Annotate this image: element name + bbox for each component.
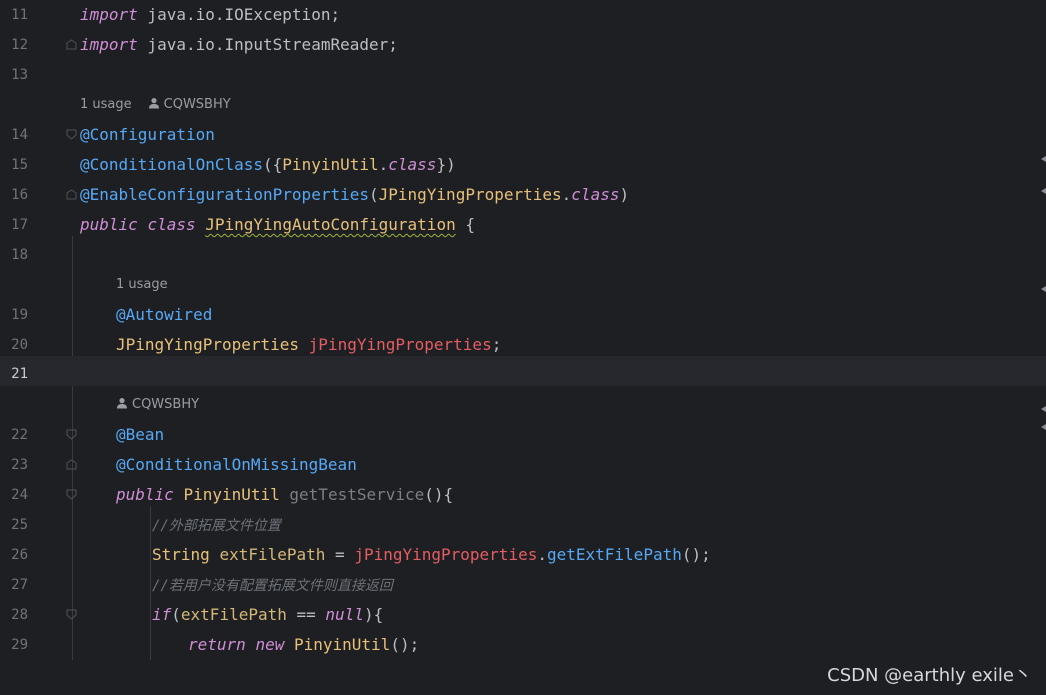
- inlay-hint[interactable]: 1 usage: [116, 277, 168, 293]
- code-text: @Autowired: [116, 305, 213, 324]
- code-line-28[interactable]: 28 if(extFilePath == null){: [0, 600, 1046, 630]
- gutter-mark-icon: [1041, 286, 1046, 292]
- inlay-hint-row: CQWSBHY: [0, 390, 1046, 420]
- inlay-hint[interactable]: 1 usage CQWSBHY: [80, 97, 231, 113]
- code-line-23[interactable]: 23 @ConditionalOnMissingBean: [0, 450, 1046, 480]
- code-line-14[interactable]: 14 @Configuration: [0, 120, 1046, 150]
- watermark-text: CSDN @earthly exile丶: [827, 665, 1032, 686]
- code-text: if(extFilePath == null){: [152, 605, 384, 624]
- line-number: 28: [11, 607, 28, 623]
- code-text: @ConditionalOnMissingBean: [116, 455, 357, 474]
- code-line-26[interactable]: 26 String extFilePath = jPingYingPropert…: [0, 540, 1046, 570]
- gutter-mark-icon: [1041, 406, 1046, 412]
- inlay-hint-row: 1 usage: [0, 270, 1046, 300]
- code-line-21-current[interactable]: 21: [0, 356, 1046, 386]
- line-number: 23: [11, 457, 28, 473]
- code-line-19[interactable]: 19 @Autowired: [0, 300, 1046, 330]
- line-number: 19: [11, 307, 28, 323]
- fold-icon[interactable]: [66, 489, 77, 500]
- line-number: 26: [11, 547, 28, 563]
- gutter-mark-icon: [1041, 188, 1046, 194]
- code-line-22[interactable]: 22 @Bean: [0, 420, 1046, 450]
- line-number: 14: [11, 127, 28, 143]
- code-text: String extFilePath = jPingYingProperties…: [152, 545, 711, 564]
- line-number: 17: [11, 217, 28, 233]
- code-editor[interactable]: 11 import java.io.IOException; 12 import…: [0, 0, 1046, 695]
- code-text: @Bean: [116, 425, 165, 444]
- fold-end-icon[interactable]: [66, 39, 77, 50]
- line-number: 21: [11, 366, 28, 382]
- code-text: public class JPingYingAutoConfiguration …: [80, 215, 475, 234]
- line-number: 13: [11, 67, 28, 83]
- code-line-18[interactable]: 18: [0, 240, 1046, 270]
- line-number: 15: [11, 157, 28, 173]
- code-text: @ConditionalOnClass({PinyinUtil.class}): [80, 155, 456, 174]
- fold-icon[interactable]: [66, 129, 77, 140]
- gutter-mark-icon: [1041, 156, 1046, 162]
- fold-end-icon[interactable]: [66, 189, 77, 200]
- code-line-25[interactable]: 25 //外部拓展文件位置: [0, 510, 1046, 540]
- code-text: JPingYingProperties jPingYingProperties;: [116, 335, 502, 354]
- code-line-24[interactable]: 24 public PinyinUtil getTestService(){: [0, 480, 1046, 510]
- code-line-11[interactable]: 11 import java.io.IOException;: [0, 0, 1046, 30]
- line-number: 20: [11, 337, 28, 353]
- line-number: 25: [11, 517, 28, 533]
- gutter-mark-icon: [1041, 424, 1046, 430]
- line-number: 24: [11, 487, 28, 503]
- code-line-29[interactable]: 29 return new PinyinUtil();: [0, 630, 1046, 660]
- fold-icon[interactable]: [66, 609, 77, 620]
- code-text: import java.io.IOException;: [80, 5, 341, 24]
- code-text: return new PinyinUtil();: [188, 635, 420, 654]
- code-line-27[interactable]: 27 //若用户没有配置拓展文件则直接返回: [0, 570, 1046, 600]
- line-number: 16: [11, 187, 28, 203]
- code-line-17[interactable]: 17 public class JPingYingAutoConfigurati…: [0, 210, 1046, 240]
- line-number: 22: [11, 427, 28, 443]
- fold-icon[interactable]: [66, 429, 77, 440]
- user-icon: [148, 98, 159, 109]
- code-text: @EnableConfigurationProperties(JPingYing…: [80, 185, 630, 204]
- class-name-warning: JPingYingAutoConfiguration: [205, 215, 456, 234]
- code-line-15[interactable]: 15 @ConditionalOnClass({PinyinUtil.class…: [0, 150, 1046, 180]
- user-icon: [117, 398, 127, 409]
- code-line-12[interactable]: 12 import java.io.InputStreamReader;: [0, 30, 1046, 60]
- line-number: 29: [11, 637, 28, 653]
- inlay-hint-row: 1 usage CQWSBHY: [0, 90, 1046, 120]
- line-number: 12: [11, 37, 28, 53]
- code-text: import java.io.InputStreamReader;: [80, 35, 398, 54]
- line-number: 27: [11, 577, 28, 593]
- code-line-13[interactable]: 13: [0, 60, 1046, 90]
- line-number: 18: [11, 247, 28, 263]
- line-number: 11: [11, 7, 28, 23]
- code-text: //若用户没有配置拓展文件则直接返回: [152, 578, 393, 594]
- code-text: //外部拓展文件位置: [152, 518, 281, 534]
- code-line-16[interactable]: 16 @EnableConfigurationProperties(JPingY…: [0, 180, 1046, 210]
- code-text: public PinyinUtil getTestService(){: [116, 485, 454, 504]
- inlay-hint[interactable]: CQWSBHY: [116, 397, 199, 413]
- fold-end-icon[interactable]: [66, 459, 77, 470]
- code-text: @Configuration: [80, 125, 215, 144]
